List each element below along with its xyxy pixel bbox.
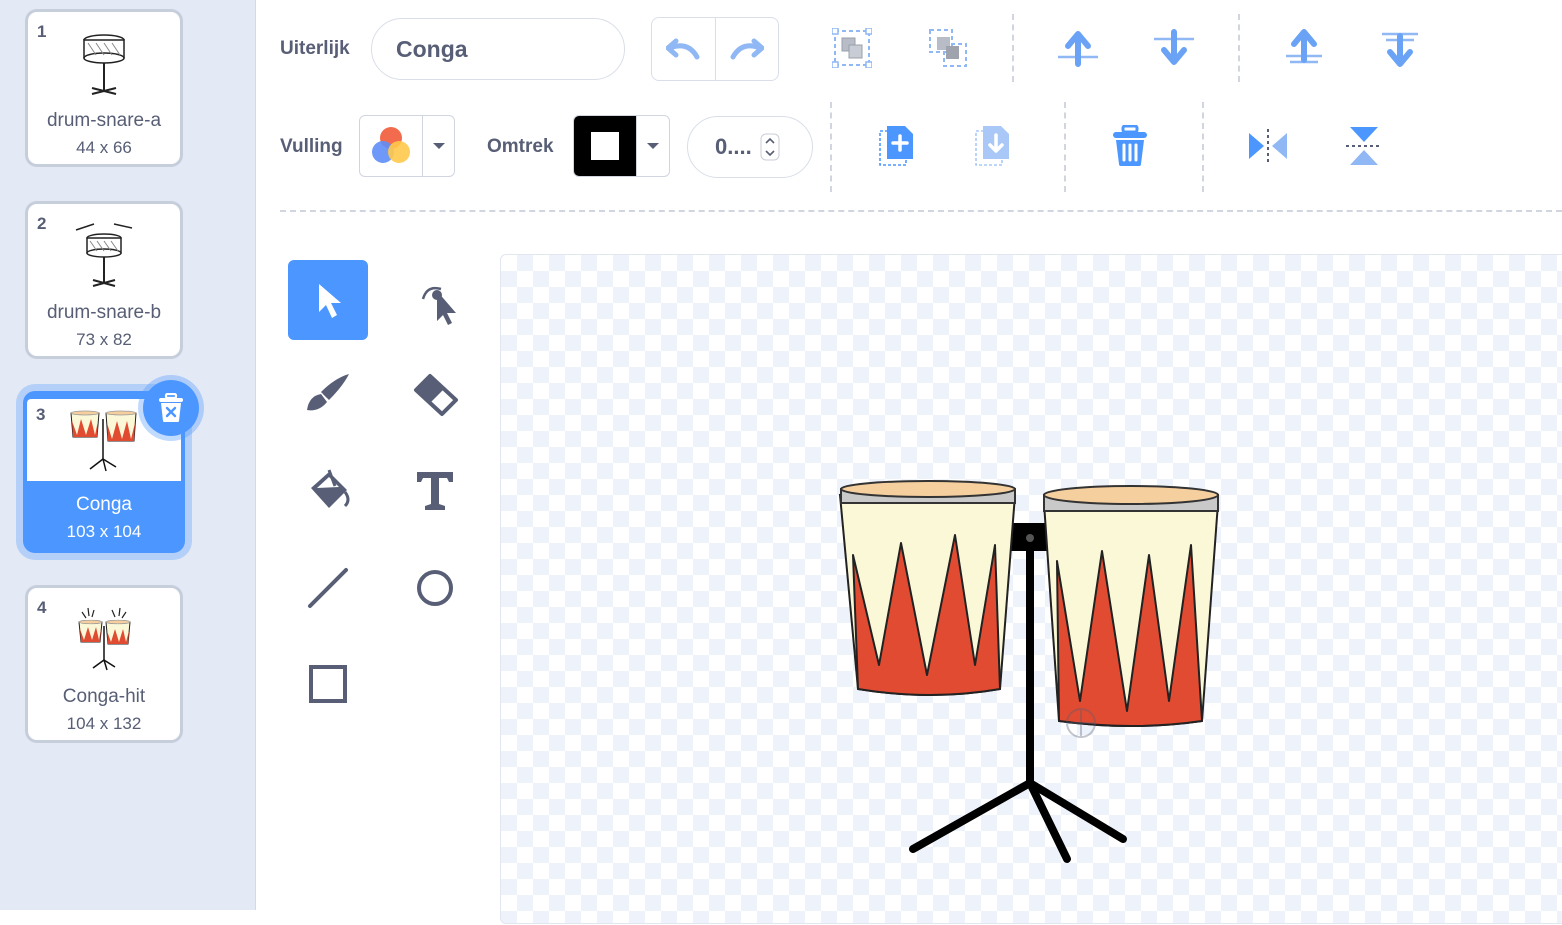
flip-vertical-button[interactable]	[1334, 116, 1394, 176]
outline-swatch-icon	[591, 132, 619, 160]
undo-redo-group	[651, 17, 779, 81]
redo-icon	[730, 38, 764, 60]
costume-name: Conga-hit	[62, 686, 146, 707]
caret-down-icon	[647, 143, 659, 149]
costume-name: drum-snare-b	[46, 302, 162, 323]
tool-eraser[interactable]	[395, 355, 475, 435]
costume-size: 44 x 66	[76, 138, 132, 157]
outline-color-picker[interactable]	[573, 115, 670, 177]
to-back-button[interactable]	[1370, 18, 1430, 78]
group-button[interactable]	[822, 18, 882, 78]
divider	[1202, 102, 1204, 192]
ungroup-icon	[929, 29, 967, 67]
backward-icon	[1154, 29, 1194, 65]
paint-canvas[interactable]	[500, 254, 1562, 924]
fill-label: Vulling	[280, 136, 343, 157]
forward-icon	[1058, 31, 1098, 67]
tool-select[interactable]	[288, 260, 368, 340]
outline-width-value: 0....	[715, 134, 752, 159]
conga-drawing[interactable]	[501, 255, 1562, 925]
costume-item-2[interactable]: 2 drum-snare-b 73 x 82	[25, 201, 183, 359]
to-front-button[interactable]	[1274, 18, 1334, 78]
costume-item-4[interactable]: 4 Conga-hit 104 x 132	[25, 585, 183, 743]
delete-costume-button[interactable]	[143, 380, 199, 436]
fill-dropdown[interactable]	[422, 116, 454, 176]
tool-text[interactable]	[395, 450, 475, 530]
group-icon	[832, 28, 872, 68]
outline-dropdown[interactable]	[636, 116, 669, 176]
multicolor-swatch-icon	[372, 127, 410, 163]
costume-name-label: Uiterlijk	[280, 38, 350, 59]
divider	[830, 102, 832, 192]
fill-swatch[interactable]	[360, 116, 422, 176]
backward-button[interactable]	[1144, 18, 1204, 78]
costume-index: 3	[36, 405, 46, 424]
stepper-icon[interactable]	[760, 133, 780, 161]
ungroup-button[interactable]	[918, 18, 978, 78]
tool-reshape[interactable]	[395, 260, 475, 340]
flip-vertical-icon	[1346, 127, 1382, 165]
eraser-icon	[414, 374, 458, 416]
text-tool-icon	[417, 472, 453, 510]
undo-button[interactable]	[652, 18, 715, 80]
costume-size: 103 x 104	[66, 522, 142, 541]
outline-swatch[interactable]	[574, 116, 636, 176]
costume-thumbnail	[28, 212, 180, 298]
costume-size: 104 x 132	[66, 714, 142, 733]
costume-name-input[interactable]	[371, 18, 625, 80]
costume-thumbnail	[28, 596, 180, 682]
tool-rectangle[interactable]	[288, 644, 368, 724]
divider	[1238, 14, 1240, 82]
rectangle-icon	[309, 665, 347, 703]
delete-button[interactable]	[1100, 116, 1160, 176]
brush-icon	[307, 374, 349, 411]
costume-item-1[interactable]: 1 drum-snare-a 44 x 66	[25, 9, 183, 167]
fill-color-picker[interactable]	[359, 115, 455, 177]
costume-name: drum-snare-a	[46, 110, 162, 131]
rotation-center-icon	[1066, 708, 1096, 738]
toolbar-separator	[280, 210, 1562, 212]
paint-bucket-icon	[311, 469, 350, 508]
tool-circle[interactable]	[395, 548, 475, 628]
tool-fill[interactable]	[288, 450, 368, 530]
costume-size: 73 x 82	[76, 330, 132, 349]
forward-button[interactable]	[1048, 18, 1108, 78]
copy-button[interactable]	[867, 116, 927, 176]
divider	[1012, 14, 1014, 82]
trash-icon	[159, 393, 183, 422]
undo-icon	[666, 38, 700, 60]
line-icon	[308, 568, 348, 608]
trash-icon	[1113, 125, 1147, 166]
paste-icon	[975, 126, 1009, 166]
redo-button[interactable]	[714, 18, 779, 80]
outline-label: Omtrek	[487, 136, 554, 157]
reshape-icon	[421, 286, 456, 325]
outline-width-input[interactable]: 0....	[687, 116, 813, 178]
select-arrow-icon	[319, 284, 341, 318]
flip-horizontal-icon	[1249, 129, 1287, 163]
costume-name: Conga	[76, 494, 132, 515]
tool-line[interactable]	[288, 548, 368, 628]
paste-button[interactable]	[963, 116, 1023, 176]
front-icon	[1286, 29, 1322, 64]
caret-down-icon	[432, 143, 445, 149]
costume-list: 1 drum-snare-a 44 x 66 2 drum-snare-b 73…	[0, 0, 256, 910]
back-icon	[1382, 32, 1418, 67]
circle-icon	[417, 570, 453, 606]
divider	[1064, 102, 1066, 192]
flip-horizontal-button[interactable]	[1238, 116, 1298, 176]
copy-icon	[879, 126, 913, 166]
tool-brush[interactable]	[288, 355, 368, 435]
costume-thumbnail	[28, 20, 180, 106]
